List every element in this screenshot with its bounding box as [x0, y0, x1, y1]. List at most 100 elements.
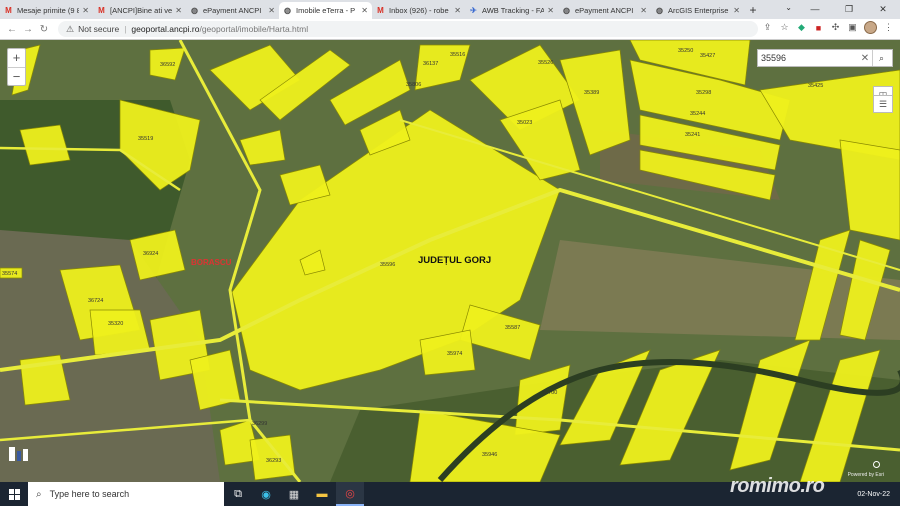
tab-8[interactable]: ◍ ArcGIS Enterprise ✕: [651, 2, 744, 19]
new-tab-button[interactable]: +: [744, 2, 762, 19]
plot-label: 35519: [138, 136, 154, 142]
plot-label: 36924: [143, 251, 159, 257]
store-icon[interactable]: ▦: [280, 482, 308, 506]
globe-icon: ◍: [284, 6, 291, 15]
close-tab-icon[interactable]: ✕: [175, 6, 182, 15]
url-host: geoportal.ancpi.ro: [131, 24, 200, 34]
sidebar-icon[interactable]: ▣: [847, 22, 858, 33]
list-icon[interactable]: ☰: [873, 95, 893, 113]
close-tab-icon[interactable]: ✕: [640, 6, 647, 15]
romimo-watermark: romimo.ro: [730, 475, 825, 497]
search-icon: ⌕: [36, 488, 42, 500]
address-bar: ← → ↻ ⚠ Not secure | geoportal.ancpi.ro /…: [0, 19, 900, 40]
globe-icon: ◍: [191, 6, 198, 15]
search-icon[interactable]: ⌕: [872, 50, 890, 66]
windows-logo-icon: [8, 488, 20, 500]
tab-4[interactable]: ◍ Imobile eTerra - P ✕: [279, 2, 372, 19]
tab-title: [ANCPI]Bine ati ve: [110, 6, 173, 15]
tab-title: Inbox (926) - robe: [389, 6, 449, 15]
warning-icon[interactable]: ⚠: [66, 24, 74, 35]
edge-icon[interactable]: ◉: [252, 482, 280, 506]
village-label: BORASCU: [191, 258, 232, 267]
taskbar-search-placeholder: Type here to search: [49, 489, 130, 499]
globe-icon: ◍: [656, 6, 663, 15]
clock[interactable]: 02-Nov-22: [857, 490, 890, 499]
plot-label: 36700: [542, 390, 558, 396]
zoom-in-button[interactable]: +: [8, 49, 25, 67]
reload-button[interactable]: ↻: [36, 24, 52, 35]
plot-label: 35298: [696, 90, 712, 96]
zoom-out-button[interactable]: −: [8, 67, 25, 85]
tab-title: AWB Tracking - FA: [482, 6, 545, 15]
globe-icon: ◍: [563, 6, 570, 15]
plot-label: 36592: [160, 62, 176, 68]
gmail-icon: M: [98, 6, 105, 15]
plot-label: 35806: [406, 82, 422, 88]
tab-search-dropdown[interactable]: ⌄: [785, 3, 792, 12]
tab-title: Mesaje primite (9 8: [17, 6, 80, 15]
plot-label: 36293: [266, 458, 282, 464]
map-viewport[interactable]: JUDEȚUL GORJ BORASCU 36592 35519 36137 3…: [0, 40, 900, 482]
tab-2[interactable]: M [ANCPI]Bine ati ve ✕: [93, 2, 186, 19]
plot-label: 35427: [700, 53, 716, 59]
close-tab-icon[interactable]: ✕: [733, 6, 740, 15]
plot-label: 35946: [482, 452, 498, 458]
security-label: Not secure: [78, 24, 120, 34]
close-tab-icon[interactable]: ✕: [454, 6, 461, 15]
plot-label: 35574: [2, 271, 18, 277]
plot-label: 35526: [538, 60, 554, 66]
taskbar-search[interactable]: ⌕ Type here to search: [28, 482, 224, 506]
close-tab-icon[interactable]: ✕: [82, 6, 89, 15]
tab-3[interactable]: ◍ ePayment ANCPI ✕: [186, 2, 279, 19]
parcel-search-input[interactable]: [758, 50, 858, 66]
close-tab-icon[interactable]: ✕: [361, 6, 368, 15]
tab-title: ePayment ANCPI: [575, 6, 634, 15]
omnibox-divider: |: [124, 24, 127, 34]
share-icon[interactable]: ⇪: [762, 22, 773, 33]
task-view-icon[interactable]: ⧉: [224, 482, 252, 506]
clear-search-icon[interactable]: ✕: [858, 53, 872, 64]
extension-icon[interactable]: ◆: [796, 22, 807, 33]
menu-dots-icon[interactable]: ⋮: [883, 22, 894, 33]
url-path: /geoportal/imobile/Harta.html: [199, 24, 309, 34]
start-button[interactable]: [0, 482, 28, 506]
restore-button[interactable]: ❐: [832, 0, 866, 19]
plot-label: 35241: [685, 132, 701, 138]
tab-title: ePayment ANCPI: [203, 6, 262, 15]
gmail-icon: M: [5, 6, 12, 15]
tab-strip: M Mesaje primite (9 8 ✕ M [ANCPI]Bine ati ve…: [0, 0, 900, 19]
file-explorer-icon[interactable]: ▬: [308, 482, 336, 506]
plot-label: 35596: [380, 262, 396, 268]
bookmark-star-icon[interactable]: ☆: [779, 22, 790, 33]
zoom-control: + −: [7, 48, 26, 86]
scale-indicator: [873, 461, 880, 468]
minimize-button[interactable]: —: [798, 0, 832, 19]
omnibox[interactable]: ⚠ Not secure | geoportal.ancpi.ro/geopor…: [58, 21, 758, 37]
forward-button[interactable]: →: [20, 24, 36, 35]
plot-label: 35425: [808, 83, 824, 89]
plot-label: 35320: [108, 321, 124, 327]
tab-title: ArcGIS Enterprise: [668, 6, 729, 15]
plot-label: 35587: [505, 325, 521, 331]
close-tab-icon[interactable]: ✕: [547, 6, 554, 15]
shield-icon[interactable]: ■: [813, 23, 824, 33]
plane-icon: ✈: [470, 6, 477, 15]
tab-7[interactable]: ◍ ePayment ANCPI ✕: [558, 2, 651, 19]
profile-avatar[interactable]: [864, 21, 877, 34]
ancpi-logo: [7, 445, 31, 467]
gmail-icon: M: [377, 6, 384, 15]
window-controls: — ❐ ✕: [798, 0, 900, 19]
tab-5[interactable]: M Inbox (926) - robe ✕: [372, 2, 465, 19]
plot-label: 36299: [252, 421, 268, 427]
back-button[interactable]: ←: [4, 24, 20, 35]
tab-title: Imobile eTerra - P: [296, 6, 356, 15]
puzzle-icon[interactable]: ✣: [830, 22, 841, 33]
plot-label: 35974: [447, 351, 463, 357]
chrome-icon[interactable]: ◎: [336, 482, 364, 506]
close-window-button[interactable]: ✕: [866, 0, 900, 19]
close-tab-icon[interactable]: ✕: [268, 6, 275, 15]
map-attribution: Powered by Esri: [847, 472, 884, 478]
plot-label: 35250: [678, 48, 694, 54]
tab-6[interactable]: ✈ AWB Tracking - FA ✕: [465, 2, 558, 19]
tab-1[interactable]: M Mesaje primite (9 8 ✕: [0, 2, 93, 19]
